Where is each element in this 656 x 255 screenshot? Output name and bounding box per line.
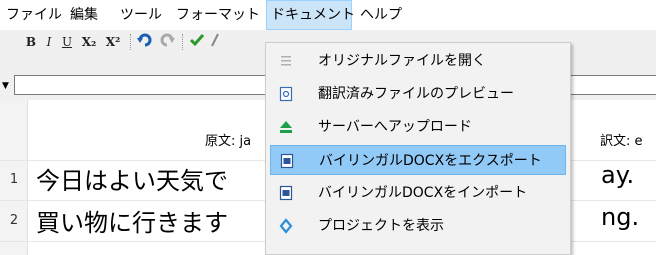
menu-item-label: プロジェクトを表示 <box>318 218 444 234</box>
menu-document[interactable]: ドキュメント <box>266 0 355 30</box>
target-cell[interactable]: ng. <box>601 203 639 231</box>
toolbar-separator <box>130 34 131 50</box>
document-icon <box>278 53 294 69</box>
menu-item-show-project[interactable]: プロジェクトを表示 <box>270 211 566 241</box>
source-column-header: 原文: ja <box>205 134 252 149</box>
preview-icon <box>278 86 294 102</box>
menu-item-label: 翻訳済みファイルのプレビュー <box>318 86 514 102</box>
redo-icon[interactable] <box>158 32 176 52</box>
menu-format[interactable]: フォーマット <box>172 0 264 30</box>
menu-item-open-original[interactable]: オリジナルファイルを開く <box>270 46 566 76</box>
menu-item-label: バイリンガルDOCXをエクスポート <box>319 153 542 169</box>
toolbar-separator <box>182 34 183 50</box>
target-column-header: 訳文: e <box>600 134 643 149</box>
menu-bar: ファイル 編集 ツール フォーマット ドキュメント ヘルプ <box>0 0 656 30</box>
subscript-button[interactable]: X₂ <box>78 32 100 52</box>
document-menu-dropdown: オリジナルファイルを開く 翻訳済みファイルのプレビュー サーバーへアップロード … <box>265 42 571 255</box>
underline-button[interactable]: U <box>60 32 74 52</box>
chevron-down-icon[interactable]: ▼ <box>2 81 9 91</box>
docx-export-icon <box>279 153 295 169</box>
undo-icon[interactable] <box>136 32 154 52</box>
menu-tools[interactable]: ツール <box>116 0 166 30</box>
superscript-button[interactable]: X² <box>102 32 124 52</box>
bold-button[interactable]: B <box>24 32 38 52</box>
source-cell[interactable]: 今日はよい天気で <box>36 161 228 196</box>
menu-help[interactable]: ヘルプ <box>356 0 406 30</box>
menu-item-import-bilingual-docx[interactable]: バイリンガルDOCXをインポート <box>270 178 566 208</box>
row-number: 2 <box>9 213 19 228</box>
project-icon <box>278 218 294 234</box>
menu-edit[interactable]: 編集 <box>66 0 102 30</box>
source-cell[interactable]: 買い物に行きます <box>36 203 228 238</box>
target-cell[interactable]: ay. <box>601 161 634 189</box>
menu-item-upload-server[interactable]: サーバーへアップロード <box>270 112 566 142</box>
menu-item-label: バイリンガルDOCXをインポート <box>318 185 528 201</box>
row-number: 1 <box>9 172 19 187</box>
docx-import-icon <box>278 185 294 201</box>
upload-icon <box>278 119 294 135</box>
menu-file[interactable]: ファイル <box>2 0 66 30</box>
format-icon[interactable] <box>208 32 222 52</box>
menu-item-label: オリジナルファイルを開く <box>318 53 486 69</box>
menu-item-label: サーバーへアップロード <box>318 119 472 135</box>
menu-item-export-bilingual-docx[interactable]: バイリンガルDOCXをエクスポート <box>270 145 566 175</box>
menu-item-preview-translated[interactable]: 翻訳済みファイルのプレビュー <box>270 79 566 109</box>
check-icon[interactable] <box>188 32 206 52</box>
italic-button[interactable]: I <box>42 32 56 52</box>
